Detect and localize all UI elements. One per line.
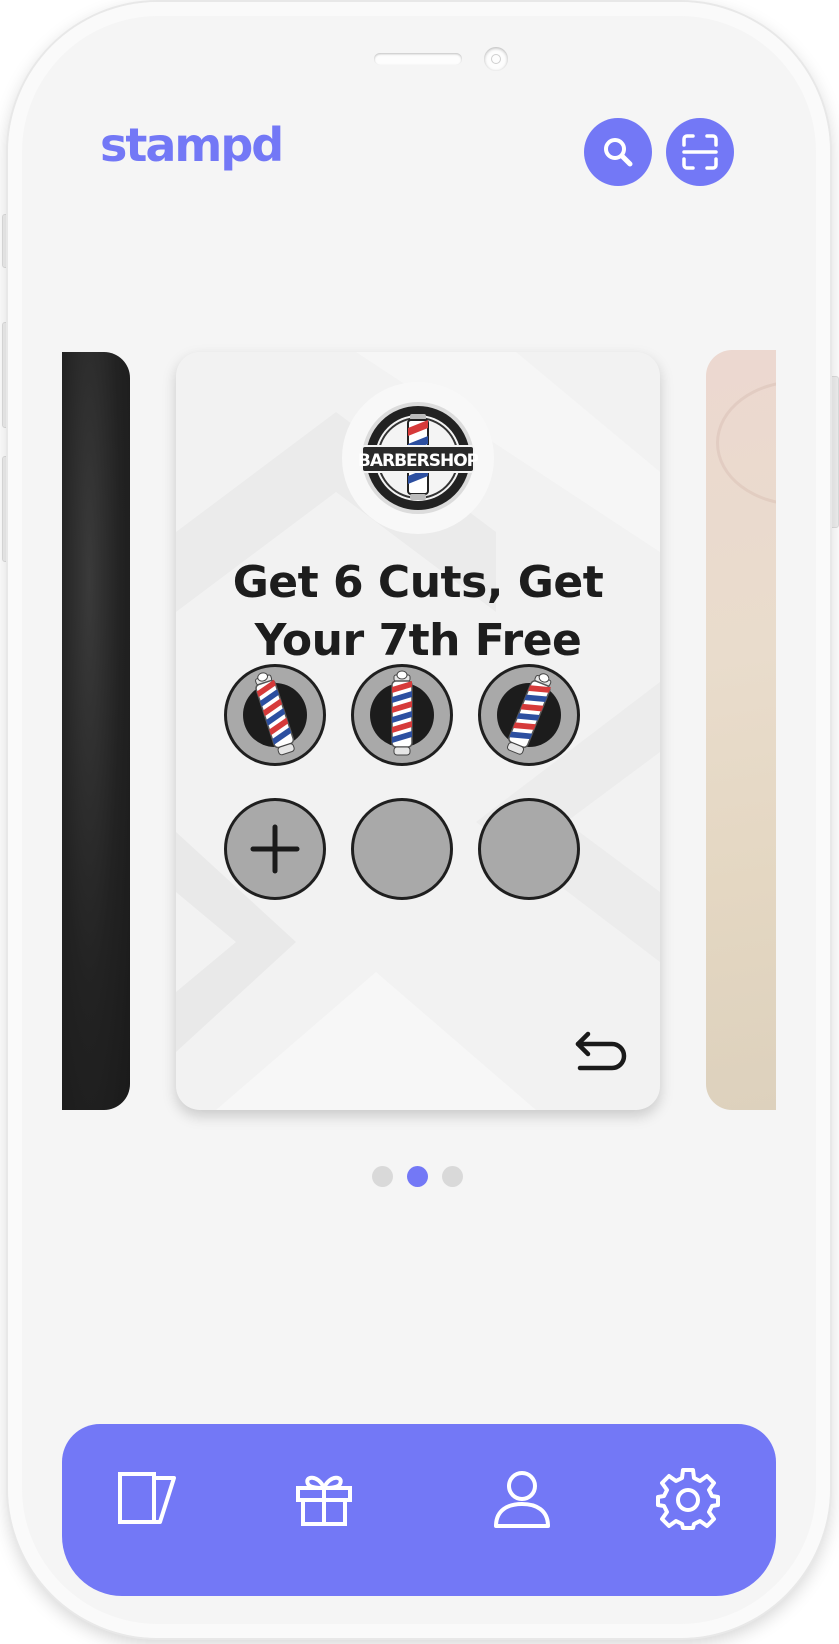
barber-pole-icon [243, 672, 307, 756]
stamp-empty [478, 798, 580, 900]
reward-title-line-2: Your 7th Free [254, 615, 582, 666]
barber-pole-icon [370, 670, 434, 756]
stamp-empty [351, 798, 453, 900]
reward-title: Get 6 Cuts, Get Your 7th Free [196, 554, 640, 670]
loyalty-card[interactable]: BARBERSHOP Get 6 Cuts, Get Your 7th Free [176, 352, 660, 1110]
nav-profile-button[interactable] [482, 1458, 562, 1538]
scan-qr-icon [682, 134, 718, 170]
barbershop-logo: BARBERSHOP [358, 402, 478, 514]
stamp-filled [351, 664, 453, 766]
gear-icon [656, 1468, 720, 1530]
search-button[interactable] [584, 118, 652, 186]
barber-pole-icon [497, 673, 561, 755]
next-card[interactable] [706, 350, 776, 1110]
nav-cards-button[interactable] [106, 1458, 186, 1538]
phone-speaker [374, 53, 462, 65]
phone-power-button [829, 376, 839, 528]
stamp-filled [224, 664, 326, 766]
nav-rewards-button[interactable] [284, 1458, 364, 1538]
previous-card[interactable] [62, 352, 130, 1110]
search-icon [604, 138, 633, 167]
scan-button[interactable] [666, 118, 734, 186]
carousel-dot-2[interactable] [407, 1166, 428, 1187]
barbershop-logo-text: BARBERSHOP [358, 451, 478, 471]
cards-icon [118, 1472, 176, 1524]
carousel-pagination [372, 1166, 472, 1188]
bottom-navigation [62, 1424, 776, 1596]
carousel-dot-1[interactable] [372, 1166, 393, 1187]
business-logo-badge: BARBERSHOP [342, 382, 494, 534]
plus-icon [250, 824, 300, 874]
reward-title-line-1: Get 6 Cuts, Get [232, 557, 604, 608]
app-logo: stampd [100, 118, 284, 172]
undo-icon [575, 1031, 627, 1071]
stamp-filled [478, 664, 580, 766]
stamp-add-button[interactable] [224, 798, 326, 900]
carousel-dot-3[interactable] [442, 1166, 463, 1187]
undo-button[interactable] [572, 1030, 632, 1074]
phone-camera [484, 47, 508, 71]
nav-settings-button[interactable] [648, 1458, 728, 1538]
user-icon [494, 1471, 550, 1528]
gift-icon [296, 1475, 352, 1526]
